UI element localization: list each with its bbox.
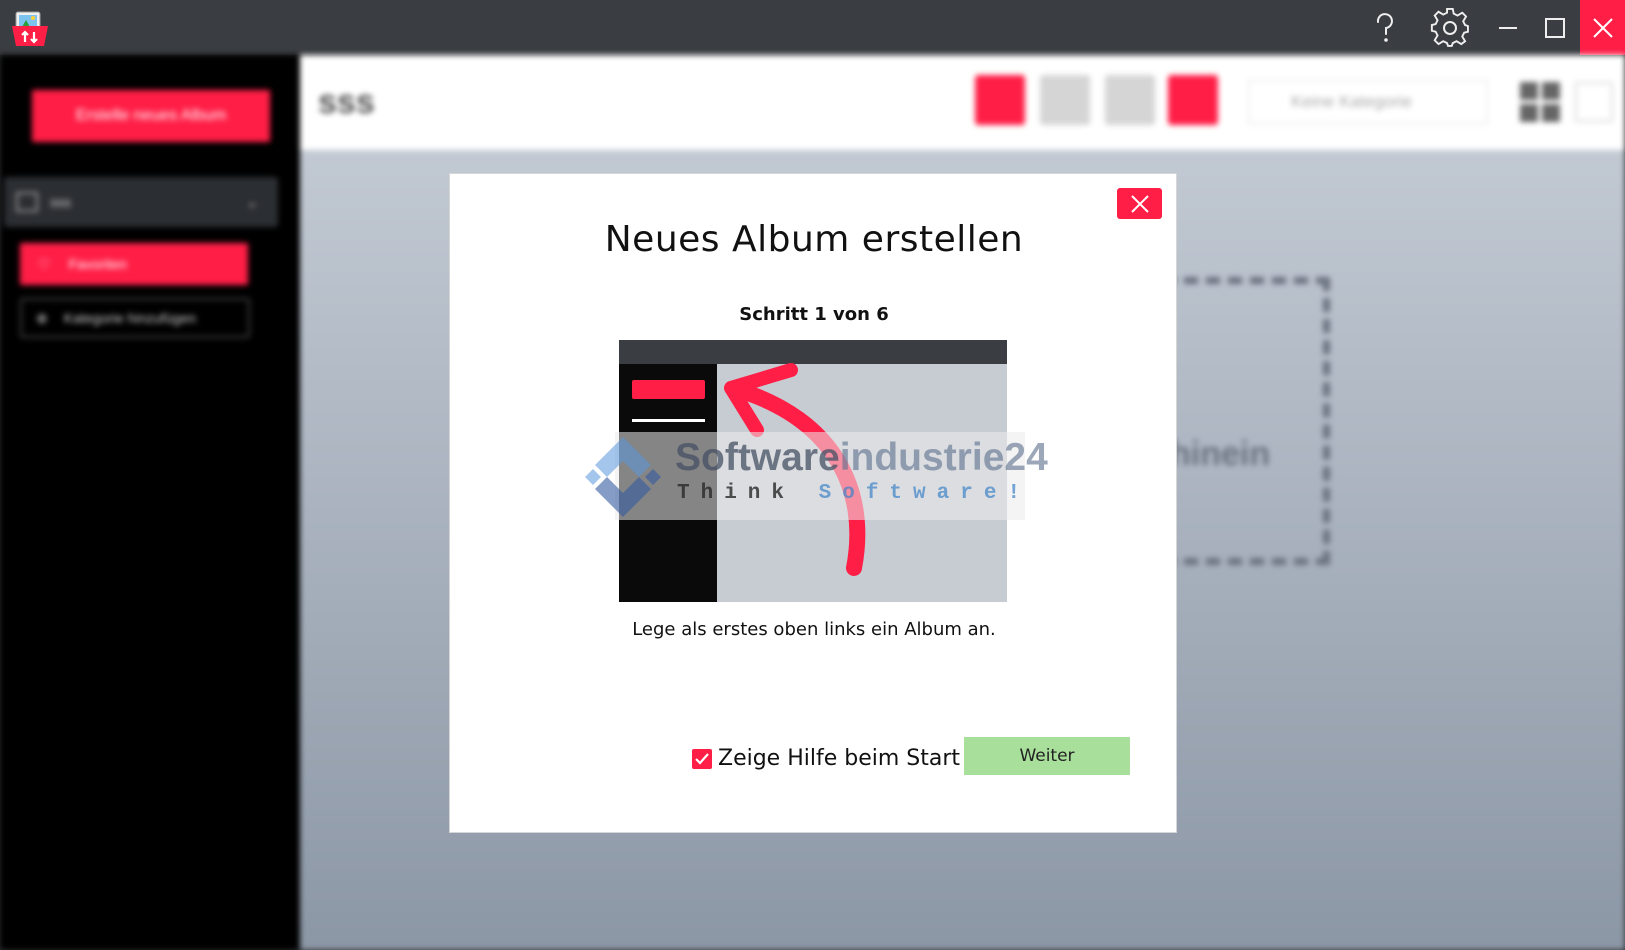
- add-category-label: Kategorie hinzufügen: [63, 310, 197, 326]
- sidebar-item-label: Favoriten: [68, 256, 127, 272]
- settings-button[interactable]: [1420, 0, 1480, 55]
- app-logo-icon: [12, 11, 48, 46]
- next-button[interactable]: Weiter: [964, 737, 1130, 775]
- close-icon: [1130, 194, 1149, 213]
- sidebar: Erstelle neues Album sss ⌄ ♡ Favoriten ⊕…: [0, 55, 300, 950]
- delete-button[interactable]: [1105, 75, 1155, 125]
- add-category-button[interactable]: ⊕ Kategorie hinzufügen: [20, 298, 250, 338]
- step-indicator: Schritt 1 von 6: [739, 304, 889, 325]
- show-help-label: Zeige Hilfe beim Start: [718, 746, 961, 771]
- title-bar: [0, 0, 1625, 55]
- album-title: sss: [318, 83, 375, 121]
- sidebar-item-favorites[interactable]: ♡ Favoriten: [20, 243, 248, 285]
- album-icon: [16, 192, 38, 212]
- plus-circle-icon: ⊕: [36, 309, 48, 326]
- watermark-logo-icon: [585, 437, 661, 517]
- help-button[interactable]: [1360, 0, 1410, 55]
- album-group-dropdown[interactable]: sss ⌄: [4, 177, 278, 227]
- undo-button[interactable]: [1168, 75, 1218, 125]
- category-select[interactable]: Keine Kategorie: [1248, 80, 1488, 124]
- minimize-button[interactable]: [1480, 0, 1535, 55]
- dialog-close-button[interactable]: [1117, 188, 1162, 219]
- list-view-button[interactable]: [1575, 82, 1613, 122]
- show-help-checkbox[interactable]: Zeige Hilfe beim Start: [692, 746, 960, 771]
- settings-icon: [1430, 7, 1469, 47]
- add-image-button[interactable]: [975, 75, 1025, 125]
- create-album-button[interactable]: Erstelle neues Album: [32, 90, 270, 142]
- watermark: Softwareindustrie24 Think Software!: [575, 432, 1048, 522]
- watermark-slogan: Think Software!: [677, 482, 1032, 505]
- maximize-button[interactable]: [1530, 0, 1580, 55]
- top-toolbar: sss Keine Kategorie: [300, 55, 1625, 150]
- checkbox-checked-icon[interactable]: [692, 748, 712, 769]
- close-icon: [1592, 17, 1613, 38]
- minimize-icon: [1498, 26, 1517, 29]
- drop-zone-text: hinein: [1170, 435, 1271, 473]
- grid-view-icon[interactable]: [1518, 80, 1562, 124]
- window-close-button[interactable]: [1580, 0, 1625, 55]
- maximize-icon: [1545, 17, 1565, 38]
- help-icon: [1376, 12, 1393, 42]
- watermark-name: Softwareindustrie24: [675, 436, 1048, 479]
- heart-icon: ♡: [38, 255, 51, 272]
- step-description: Lege als erstes oben links ein Album an.: [632, 619, 996, 640]
- album-group-label: sss: [50, 194, 71, 210]
- edit-button[interactable]: [1040, 75, 1090, 125]
- chevron-down-icon: ⌄: [246, 193, 258, 210]
- dialog-title: Neues Album erstellen: [604, 219, 1024, 260]
- app-window: Erstelle neues Album sss ⌄ ♡ Favoriten ⊕…: [0, 0, 1625, 950]
